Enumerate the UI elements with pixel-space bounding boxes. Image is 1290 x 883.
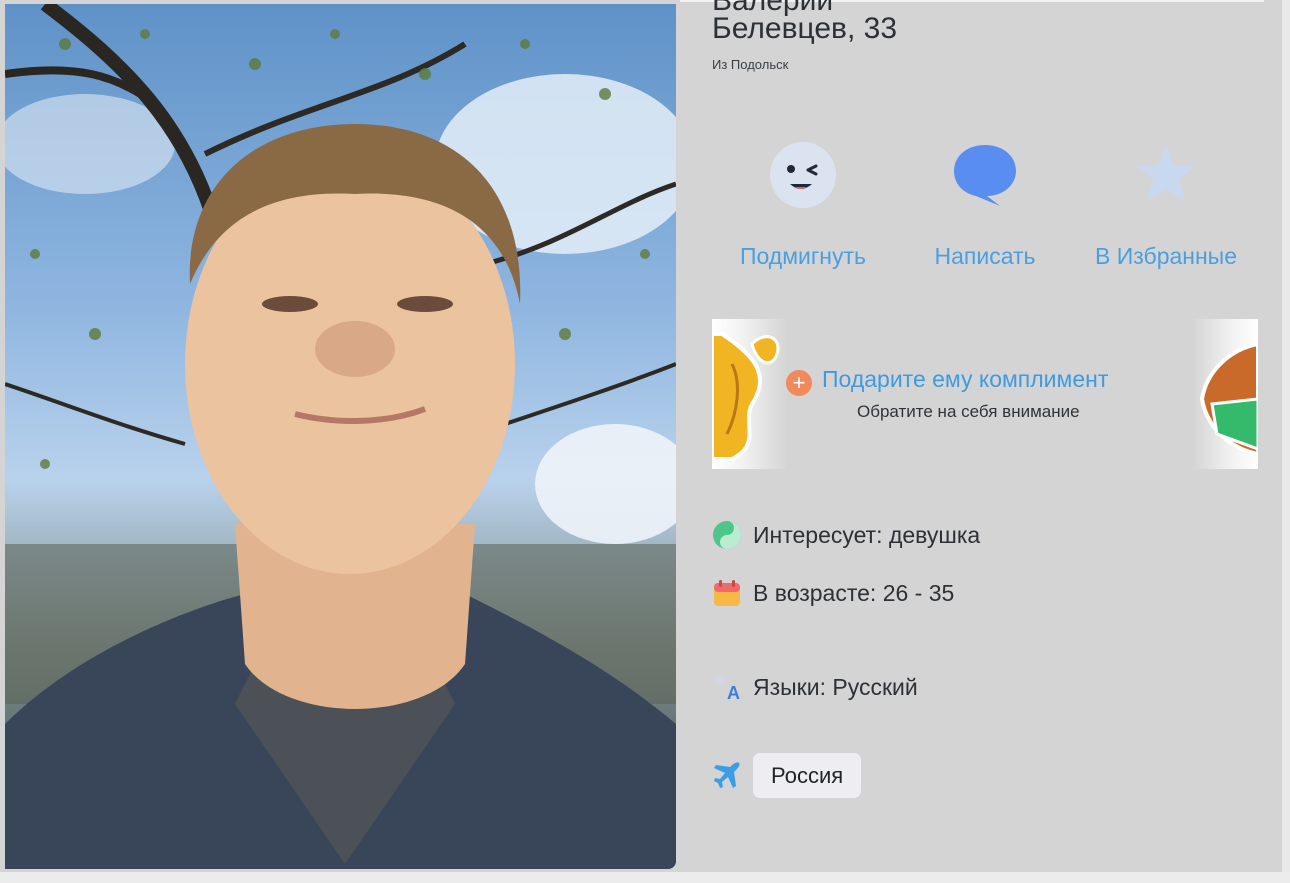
languages-text: Языки: Русский	[753, 673, 918, 700]
write-message-button[interactable]: Написать	[890, 140, 1080, 270]
country-chip[interactable]: Россия	[753, 753, 862, 798]
airplane-icon	[714, 762, 740, 788]
write-label: Написать	[934, 243, 1036, 269]
gift-sticker-icon	[1199, 341, 1258, 457]
compliment-title[interactable]: + Подарите ему комплимент	[786, 366, 1186, 396]
profile-name-age: Белевцев, 33	[712, 12, 898, 45]
star-icon	[1137, 146, 1195, 201]
profile-photo[interactable]	[5, 4, 676, 869]
interest-text: Интересует: девушка	[753, 521, 981, 548]
scrollbar[interactable]	[1282, 0, 1290, 883]
wink-button[interactable]: Подмигнуть	[708, 140, 898, 270]
calendar-icon	[714, 580, 740, 606]
yin-yang-icon	[713, 521, 741, 549]
age-range-row: В возрасте: 26 - 35	[712, 578, 954, 608]
compliment-banner[interactable]: + Подарите ему комплимент Обратите на себ…	[712, 319, 1258, 469]
interest-row: Интересует: девушка	[712, 520, 980, 550]
plus-icon: +	[786, 370, 812, 396]
compliment-subtitle: Обратите на себя внимание	[857, 402, 1080, 421]
wink-icon	[770, 142, 836, 208]
age-range-text: В возрасте: 26 - 35	[753, 579, 955, 606]
svg-text:A: A	[727, 683, 740, 702]
add-favorite-button[interactable]: В Избранные	[1071, 140, 1261, 270]
languages-row: A Языки: Русский	[712, 672, 918, 702]
compliment-title-text: Подарите ему комплимент	[822, 366, 1109, 392]
language-icon: A	[713, 674, 740, 702]
flower-sticker-icon	[712, 332, 780, 461]
bottom-strip	[0, 872, 1290, 883]
favorite-label: В Избранные	[1094, 243, 1238, 269]
profile-city: Из Подольск	[712, 57, 789, 72]
chat-bubble-icon	[954, 145, 1016, 206]
wink-label: Подмигнуть	[739, 243, 866, 269]
